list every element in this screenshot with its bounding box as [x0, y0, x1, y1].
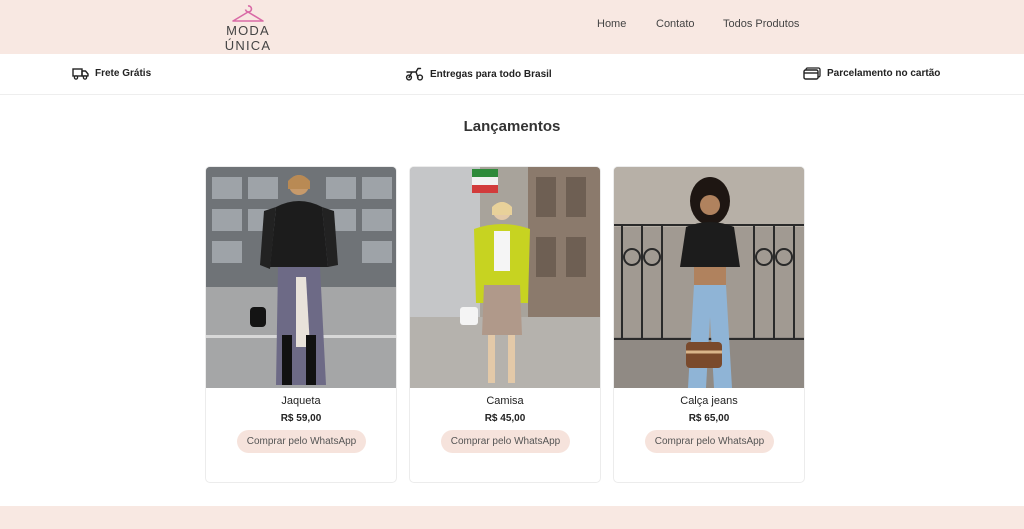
nav-contato[interactable]: Contato: [656, 18, 695, 30]
benefit-frete: Frete Grátis: [72, 67, 151, 80]
buy-whatsapp-button[interactable]: Comprar pelo WhatsApp: [645, 430, 774, 453]
buy-whatsapp-button[interactable]: Comprar pelo WhatsApp: [441, 430, 570, 453]
product-image-camisa[interactable]: [410, 167, 600, 388]
nav-home[interactable]: Home: [597, 18, 626, 30]
credit-card-icon: [803, 67, 821, 80]
product-name: Calça jeans: [680, 395, 738, 407]
product-card-camisa: Camisa R$ 45,00 Comprar pelo WhatsApp: [409, 166, 601, 483]
benefit-entregas: Entregas para todo Brasil: [405, 67, 552, 81]
product-card-jaqueta: Jaqueta R$ 59,00 Comprar pelo WhatsApp: [205, 166, 397, 483]
hanger-icon: [232, 5, 264, 22]
product-card-calca-jeans: Calça jeans R$ 65,00 Comprar pelo WhatsA…: [613, 166, 805, 483]
product-image-calca-jeans[interactable]: [614, 167, 804, 388]
buy-whatsapp-button[interactable]: Comprar pelo WhatsApp: [237, 430, 366, 453]
product-name: Jaqueta: [281, 395, 321, 407]
product-image-jaqueta[interactable]: [206, 167, 396, 388]
benefit-label: Entregas para todo Brasil: [430, 68, 552, 80]
benefit-label: Parcelamento no cartão: [827, 68, 941, 79]
nav-todos-produtos[interactable]: Todos Produtos: [723, 18, 799, 30]
brand-logo[interactable]: MODA ÚNICA MODA FEMININA: [204, 4, 292, 59]
truck-icon: [72, 68, 89, 80]
benefits-bar: Frete Grátis Entregas para todo Brasil P…: [0, 54, 1024, 95]
benefit-label: Frete Grátis: [95, 68, 152, 79]
benefit-parcelamento: Parcelamento no cartão: [803, 67, 940, 80]
product-price: R$ 59,00: [280, 413, 322, 424]
footer-bar: [0, 506, 1024, 529]
brand-name: MODA ÚNICA: [224, 23, 272, 53]
section-title: Lançamentos: [463, 118, 561, 135]
scooter-icon: [405, 67, 424, 81]
top-header: MODA ÚNICA MODA FEMININA Home Contato To…: [0, 0, 1024, 59]
product-price: R$ 45,00: [484, 413, 526, 424]
product-name: Camisa: [486, 395, 524, 407]
product-price: R$ 65,00: [688, 413, 730, 424]
